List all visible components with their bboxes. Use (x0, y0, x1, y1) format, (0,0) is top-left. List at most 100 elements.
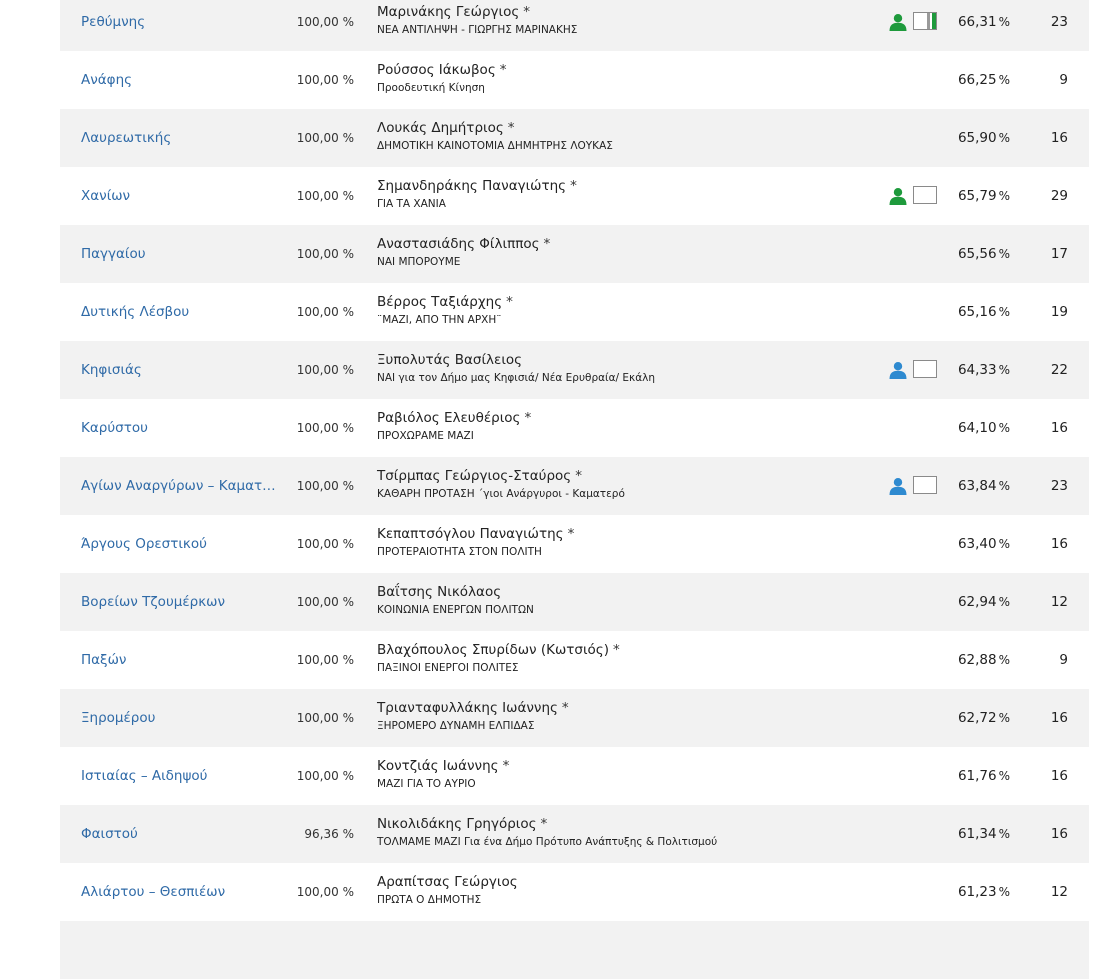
municipality-link[interactable]: Ρεθύμνης (81, 0, 276, 51)
table-row: Βορείων Τζουμέρκων 100,00 % Βαΐτσης Νικό… (60, 573, 1089, 631)
municipality-link[interactable]: Φαιστού (81, 805, 276, 863)
incumbent-star: * (567, 526, 575, 542)
results-table: Ρεθύμνης 100,00 % Μαρινάκης Γεώργιος * ΝΕ… (60, 0, 1089, 979)
candidate-cell: Κεπαπτσόγλου Παναγιώτης * ΠΡΟΤΕΡΑΙΟΤΗΤΑ Σ… (377, 525, 877, 559)
candidate-name: Λουκάς Δημήτριος * (377, 120, 515, 136)
vote-percent: 63,84% (957, 478, 1010, 494)
table-row: Αγίων Αναργύρων – Καματερού 100,00 % Τσί… (60, 457, 1089, 515)
percent-unit: % (998, 305, 1010, 319)
municipality-link[interactable]: Αγίων Αναργύρων – Καματερού (81, 457, 276, 515)
candidate-cell: Βέρρος Ταξιάρχης * ¨ΜΑΖΙ, ΑΠΟ ΤΗΝ ΑΡΧΗ¨ (377, 293, 877, 327)
party-name: ΞΗΡΟΜΕΡΟ ΔΥΝΑΜΗ ΕΛΠΙΔΑΣ (377, 720, 535, 732)
person-icon[interactable] (889, 13, 907, 31)
municipality-link[interactable]: Αλιάρτου – Θεσπιέων (81, 863, 276, 921)
candidate-name: Τσίρμπας Γεώργιος-Σταύρος * (377, 468, 582, 484)
candidate-name: Ξυπολυτάς Βασίλειος (377, 352, 523, 368)
municipality-link[interactable]: Κηφισιάς (81, 341, 276, 399)
counted-percent: 100,00 % (296, 769, 354, 783)
percent-unit: % (998, 363, 1010, 377)
candidate-cell: Ραβιόλος Ελευθέριος * ΠΡΟΧΩΡΑΜΕ ΜΑΖΙ (377, 409, 877, 443)
vote-percent: 65,16% (957, 304, 1010, 320)
municipality-link[interactable]: Παγγαίου (81, 225, 276, 283)
seats-count: 22 (1050, 362, 1068, 378)
flag-icon[interactable] (913, 360, 937, 378)
vote-percent: 62,94% (957, 594, 1010, 610)
candidate-cell (377, 931, 877, 933)
municipality-link[interactable]: Άργους Ορεστικού (81, 515, 276, 573)
flag-icon[interactable] (913, 476, 937, 494)
incumbent-star: * (613, 642, 620, 658)
municipality-link[interactable]: Λαυρεωτικής (81, 109, 276, 167)
flag-icon[interactable] (913, 186, 937, 204)
counted-percent: 100,00 % (296, 131, 354, 145)
party-name: ΝΑΙ ΜΠΟΡΟΥΜΕ (377, 256, 461, 268)
percent-unit: % (998, 711, 1010, 725)
seats-count: 12 (1050, 594, 1068, 610)
municipality-link[interactable]: Βορείων Τζουμέρκων (81, 573, 276, 631)
candidate-cell: Αραπίτσας Γεώργιος ΠΡΩΤΑ Ο ΔΗΜΟΤΗΣ (377, 873, 877, 907)
incumbent-star: * (524, 410, 532, 426)
flag-stripe-grey (927, 13, 930, 29)
vote-percent: 61,23% (957, 884, 1010, 900)
person-icon[interactable] (889, 187, 907, 205)
candidate-name: Βέρρος Ταξιάρχης * (377, 294, 513, 310)
party-name: ΤΟΛΜΑΜΕ ΜΑΖΙ Για ένα Δήμο Πρότυπο Ανάπτυ… (377, 836, 718, 848)
candidate-name: Βλαχόπουλος Σπυρίδων (Κωτσιός) * (377, 642, 620, 658)
candidate-name: Νικολιδάκης Γρηγόριος * (377, 816, 548, 832)
incumbent-star: * (499, 62, 507, 78)
table-row: Δυτικής Λέσβου 100,00 % Βέρρος Ταξιάρχης… (60, 283, 1089, 341)
party-name: ¨ΜΑΖΙ, ΑΠΟ ΤΗΝ ΑΡΧΗ¨ (377, 314, 502, 326)
counted-percent: 100,00 % (296, 479, 354, 493)
table-row: Άργους Ορεστικού 100,00 % Κεπαπτσόγλου Π… (60, 515, 1089, 573)
counted-percent: 100,00 % (296, 305, 354, 319)
table-row: Λαυρεωτικής 100,00 % Λουκάς Δημήτριος * Δ… (60, 109, 1089, 167)
seats-count: 23 (1050, 478, 1068, 494)
candidate-name: Τριανταφυλλάκης Ιωάννης * (377, 700, 569, 716)
party-name: ΔΗΜΟΤΙΚΗ ΚΑΙΝΟΤΟΜΙΑ ΔΗΜΗΤΡΗΣ ΛΟΥΚΑΣ (377, 140, 613, 152)
municipality-link[interactable]: Καρύστου (81, 399, 276, 457)
vote-percent: 66,31% (957, 14, 1010, 30)
incumbent-star: * (575, 468, 582, 484)
incumbent-star: * (540, 816, 548, 832)
vote-percent: 64,10% (957, 420, 1010, 436)
incumbent-star: * (502, 758, 510, 774)
person-icon[interactable] (889, 477, 907, 495)
seats-count: 16 (1050, 420, 1068, 436)
vote-percent (940, 921, 1010, 979)
table-row: Ρεθύμνης 100,00 % Μαρινάκης Γεώργιος * ΝΕ… (60, 0, 1089, 51)
table-row: Ιστιαίας – Αιδηψού 100,00 % Κοντζιάς Ιωά… (60, 747, 1089, 805)
vote-percent: 61,76% (957, 768, 1010, 784)
municipality-link[interactable]: Δυτικής Λέσβου (81, 283, 276, 341)
vote-percent: 62,72% (957, 710, 1010, 726)
incumbent-star: * (507, 120, 515, 136)
percent-unit: % (998, 595, 1010, 609)
municipality-link[interactable]: Ξηρομέρου (81, 689, 276, 747)
candidate-name: Αραπίτσας Γεώργιος (377, 874, 518, 890)
candidate-cell: Βλαχόπουλος Σπυρίδων (Κωτσιός) * ΠΑΞΙΝΟΙ … (377, 641, 877, 675)
counted-percent: 100,00 % (296, 363, 354, 377)
municipality-link[interactable]: Παξών (81, 631, 276, 689)
percent-unit: % (998, 885, 1010, 899)
seats-count: 16 (1050, 710, 1068, 726)
flag-icon[interactable] (913, 12, 937, 30)
seats-count: 16 (1050, 768, 1068, 784)
municipality-link[interactable]: Χανίων (81, 167, 276, 225)
counted-percent: 100,00 % (296, 73, 354, 87)
incumbent-star: * (543, 236, 551, 252)
counted-percent: 100,00 % (296, 885, 354, 899)
percent-unit: % (998, 827, 1010, 841)
table-row: Παξών 100,00 % Βλαχόπουλος Σπυρίδων (Κωτ… (60, 631, 1089, 689)
candidate-cell: Μαρινάκης Γεώργιος * ΝΕΑ ΑΝΤΙΛΗΨΗ - ΓΙΩΡΓ… (377, 3, 877, 37)
party-name: ΠΑΞΙΝΟΙ ΕΝΕΡΓΟΙ ΠΟΛΙΤΕΣ (377, 662, 519, 674)
municipality-link[interactable]: Ανάφης (81, 51, 276, 109)
municipality-link[interactable]: Ιστιαίας – Αιδηψού (81, 747, 276, 805)
candidate-cell: Τριανταφυλλάκης Ιωάννης * ΞΗΡΟΜΕΡΟ ΔΥΝΑΜΗ… (377, 699, 877, 733)
seats-count: 9 (1059, 652, 1068, 668)
candidate-name: Αναστασιάδης Φίλιππος * (377, 236, 551, 252)
counted-percent: 100,00 % (296, 247, 354, 261)
party-name: ΓΙΑ ΤΑ ΧΑΝΙΑ (377, 198, 446, 210)
candidate-cell: Λουκάς Δημήτριος * ΔΗΜΟΤΙΚΗ ΚΑΙΝΟΤΟΜΙΑ ΔΗ… (377, 119, 877, 153)
counted-percent: 100,00 % (296, 189, 354, 203)
municipality-link[interactable] (81, 921, 276, 979)
person-icon[interactable] (889, 361, 907, 379)
